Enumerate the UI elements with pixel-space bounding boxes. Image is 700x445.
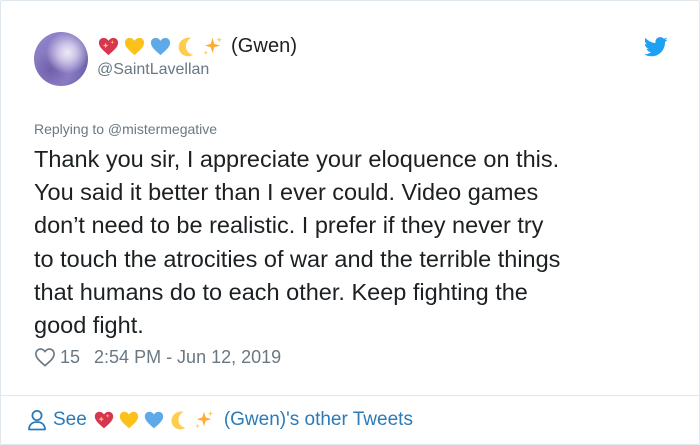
sparkles-icon (201, 35, 224, 58)
blue-heart-icon (143, 409, 165, 431)
person-icon (27, 409, 47, 431)
see-other-tweets-link[interactable]: See (Gwen)'s other Tweets (27, 404, 413, 436)
heart-sparkle-icon (97, 35, 120, 58)
tweet-meta: 15 2:54 PM - Jun 12, 2019 (34, 345, 281, 369)
other-tweets-label: (Gwen)'s other Tweets (223, 409, 413, 430)
heart-sparkle-icon (93, 409, 115, 431)
avatar[interactable] (34, 32, 88, 86)
see-label: See (53, 409, 87, 430)
author-name-row[interactable]: (Gwen) (97, 31, 297, 61)
timestamp[interactable]: 2:54 PM - Jun 12, 2019 (94, 347, 281, 368)
replying-to[interactable]: Replying to @mistermegative (34, 121, 217, 137)
yellow-heart-icon (123, 35, 146, 58)
divider (1, 395, 699, 396)
like-heart-icon[interactable] (34, 347, 56, 367)
blue-heart-icon (149, 35, 172, 58)
crescent-moon-icon (168, 409, 190, 431)
user-handle[interactable]: @SaintLavellan (97, 61, 209, 79)
sparkles-icon (193, 409, 215, 431)
tweet-card: (Gwen) @SaintLavellan Replying to @miste… (0, 0, 700, 445)
like-count[interactable]: 15 (60, 347, 80, 368)
twitter-bird-icon[interactable] (643, 37, 668, 57)
display-name[interactable]: (Gwen) (231, 35, 297, 58)
yellow-heart-icon (118, 409, 140, 431)
tweet-text: Thank you sir, I appreciate your eloquen… (34, 146, 561, 339)
crescent-moon-icon (175, 35, 198, 58)
